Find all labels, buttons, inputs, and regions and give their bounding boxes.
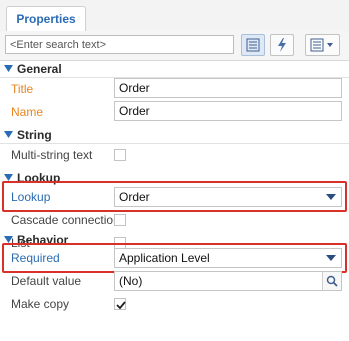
section-string-header[interactable]: String [0, 128, 349, 144]
list-view-button[interactable] [241, 34, 265, 56]
default-value-field[interactable]: (No) [114, 271, 342, 291]
required-select-value: Application Level [119, 251, 210, 265]
chevron-down-icon[interactable] [326, 255, 336, 261]
name-label: Name [11, 105, 44, 119]
cascade-connection-checkbox[interactable] [114, 214, 126, 226]
default-value-label: Default value [11, 274, 82, 288]
menu-options-icon [310, 38, 333, 52]
collapse-arrow-icon [4, 131, 13, 138]
divider [0, 143, 349, 144]
section-general-header[interactable]: General [0, 62, 349, 78]
options-menu-button[interactable] [305, 34, 340, 56]
multi-string-label: Multi-string text [11, 148, 93, 162]
search-icon [326, 275, 338, 287]
lookup-select[interactable]: Order [114, 187, 342, 207]
lookup-label: Lookup [11, 190, 51, 204]
default-value-text: (No) [119, 274, 143, 288]
name-field[interactable]: Order [114, 101, 342, 121]
required-label: Required [11, 251, 60, 265]
tab-bar: Properties [0, 0, 349, 32]
search-input[interactable] [5, 35, 234, 54]
events-button[interactable] [270, 34, 294, 56]
collapse-arrow-icon [4, 65, 13, 72]
list-view-icon [246, 38, 260, 52]
checkmark-icon [116, 301, 126, 310]
lookup-select-value: Order [119, 190, 150, 204]
section-title: String [17, 128, 52, 142]
cascade-connection-label: Cascade connection [11, 213, 120, 227]
lightning-icon [278, 38, 286, 52]
make-copy-label: Make copy [11, 297, 70, 311]
title-label: Title [11, 82, 34, 96]
make-copy-checkbox[interactable] [114, 298, 126, 310]
section-title: General [17, 62, 62, 76]
chevron-down-icon[interactable] [326, 194, 336, 200]
tab-properties[interactable]: Properties [6, 6, 86, 32]
default-value-lookup-button[interactable] [322, 272, 341, 290]
required-select[interactable]: Application Level [114, 248, 342, 268]
multi-string-checkbox[interactable] [114, 149, 126, 161]
title-field[interactable]: Order [114, 78, 342, 98]
